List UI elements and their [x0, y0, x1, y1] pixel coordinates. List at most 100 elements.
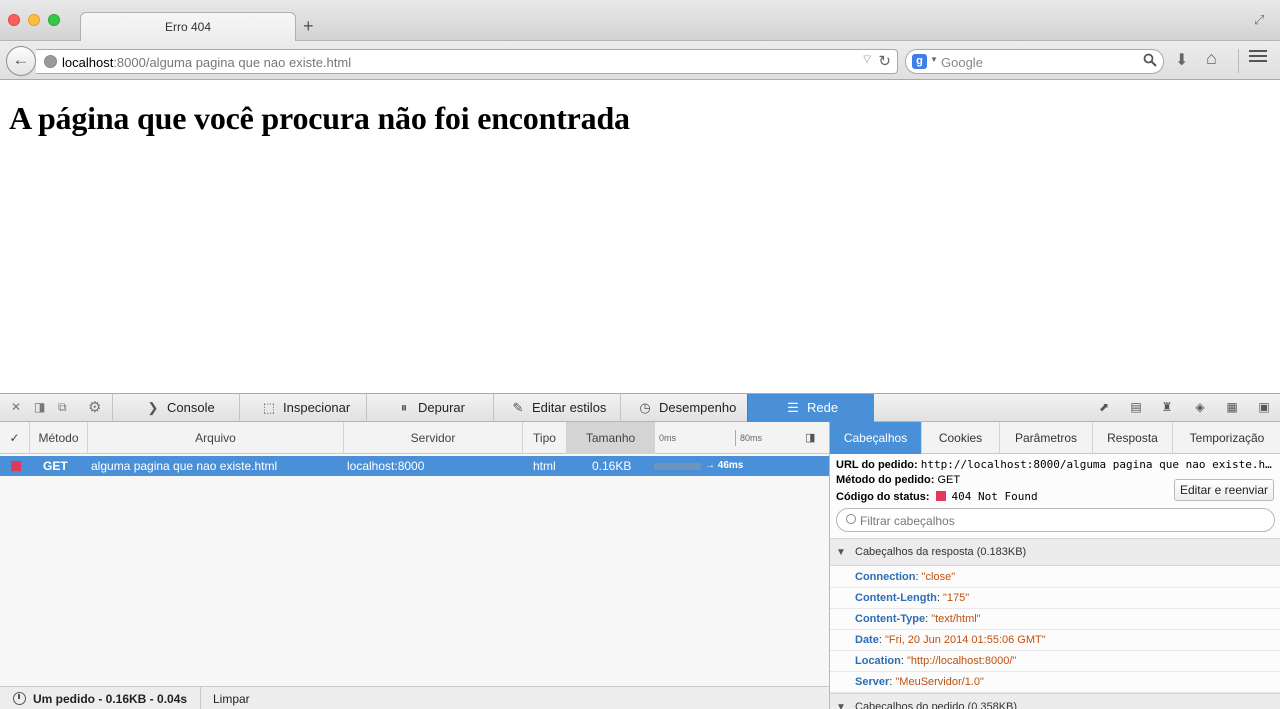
- header-value: "MeuServidor/1.0": [895, 676, 984, 688]
- back-button[interactable]: ←: [6, 46, 36, 76]
- pick-element-icon[interactable]: ⬈: [1097, 400, 1111, 414]
- tab-params[interactable]: Parâmetros: [1000, 422, 1093, 454]
- tab-timings[interactable]: Temporização: [1173, 422, 1280, 454]
- header-name: Date: [855, 634, 879, 646]
- search-input[interactable]: Google: [941, 55, 983, 70]
- page-content: A página que você procura não foi encont…: [0, 81, 1280, 393]
- status-code-label: Código do status:: [836, 491, 930, 503]
- expand-triangle-icon: ▼: [836, 702, 846, 709]
- minimize-window-button[interactable]: [28, 14, 40, 26]
- responsive-design-icon[interactable]: ▣: [1257, 400, 1271, 414]
- 3d-view-icon[interactable]: ◈: [1193, 400, 1207, 414]
- performance-icon: ◷: [639, 400, 651, 415]
- header-value: "close": [921, 571, 956, 583]
- clear-button[interactable]: Limpar: [213, 692, 250, 706]
- menu-icon[interactable]: [1249, 50, 1267, 66]
- row-type: html: [533, 459, 556, 473]
- toolbar-divider: [1238, 49, 1239, 73]
- request-details-panel: Cabeçalhos Cookies Parâmetros Resposta T…: [829, 422, 1280, 709]
- inspector-icon: ⬚: [262, 400, 276, 415]
- column-status-check[interactable]: ✓: [0, 422, 30, 454]
- devtools-panel: ✕ ◨ ⧉ ⚙ ❯ Console ⬚ Inspecionar ⏸ Depurar ✎…: [0, 393, 1280, 709]
- request-summary: Um pedido - 0.16KB - 0.04s: [33, 692, 188, 706]
- request-headers-title: Cabeçalhos do pedido (0.358KB): [855, 701, 1018, 709]
- column-type[interactable]: Tipo: [523, 422, 567, 454]
- status-code-value: 404 Not Found: [951, 490, 1038, 503]
- column-waterfall[interactable]: 0ms 80ms ◨: [655, 422, 829, 454]
- search-bar[interactable]: g ▼ Google: [905, 49, 1164, 74]
- header-row[interactable]: Server: "MeuServidor/1.0": [830, 672, 1280, 693]
- header-name: Connection: [855, 571, 916, 583]
- filter-headers-placeholder: Filtrar cabeçalhos: [860, 514, 955, 528]
- expand-triangle-icon: ▼: [836, 547, 846, 558]
- header-name: Content-Type: [855, 613, 926, 625]
- toggle-sidebar-icon[interactable]: ◨: [805, 422, 815, 454]
- request-method-value: GET: [937, 474, 961, 486]
- column-server[interactable]: Servidor: [344, 422, 523, 454]
- title-bar: Erro 404 + ⤢: [0, 0, 1280, 42]
- column-size[interactable]: Tamanho: [567, 422, 655, 454]
- tab-debugger[interactable]: ⏸ Depurar: [366, 394, 493, 422]
- column-method[interactable]: Método: [30, 422, 88, 454]
- reload-icon[interactable]: ↻: [878, 52, 891, 70]
- tab-console[interactable]: ❯ Console: [112, 394, 239, 422]
- response-headers-section[interactable]: ▼ Cabeçalhos da resposta (0.183KB): [830, 538, 1280, 566]
- network-icon: ☰: [787, 400, 799, 415]
- header-row[interactable]: Date: "Fri, 20 Jun 2014 01:55:06 GMT": [830, 630, 1280, 651]
- header-row[interactable]: Content-Type: "text/html": [830, 609, 1280, 630]
- url-text[interactable]: localhost:8000/alguma pagina que nao exi…: [62, 55, 351, 70]
- scratchpad-icon[interactable]: ▦: [1225, 400, 1239, 414]
- tab-response[interactable]: Resposta: [1093, 422, 1173, 454]
- clock-icon[interactable]: [13, 692, 26, 705]
- row-size: 0.16KB: [592, 459, 632, 473]
- url-bar[interactable]: localhost:8000/alguma pagina que nao exi…: [36, 49, 898, 74]
- waterfall-tick-line: [735, 430, 736, 446]
- separate-window-icon[interactable]: ⧉: [58, 400, 67, 415]
- header-name: Content-Length: [855, 592, 937, 604]
- globe-icon: [44, 55, 57, 68]
- tab-style-editor[interactable]: ✎ Editar estilos: [493, 394, 620, 422]
- home-icon[interactable]: ⌂: [1206, 48, 1217, 69]
- dock-side-icon[interactable]: ◨: [34, 400, 45, 414]
- edit-and-resend-button[interactable]: Editar e reenviar: [1173, 479, 1274, 501]
- header-row[interactable]: Connection: "close": [830, 567, 1280, 588]
- request-url-line: URL do pedido: http://localhost:8000/alg…: [836, 458, 1272, 471]
- close-window-button[interactable]: [8, 14, 20, 26]
- devtools-toolbar: ✕ ◨ ⧉ ⚙ ❯ Console ⬚ Inspecionar ⏸ Depurar ✎…: [0, 394, 1280, 422]
- tab-network[interactable]: ☰ Rede: [747, 394, 874, 422]
- split-console-icon[interactable]: ▤: [1129, 400, 1143, 414]
- download-icon[interactable]: ⬇: [1175, 50, 1188, 70]
- request-url-label: URL do pedido:: [836, 459, 918, 471]
- tab-performance[interactable]: ◷ Desempenho: [620, 394, 747, 422]
- tab-title: Erro 404: [164, 20, 212, 34]
- url-history-dropdown-icon[interactable]: ▽: [863, 54, 871, 65]
- header-name: Server: [855, 676, 890, 688]
- close-devtools-icon[interactable]: ✕: [11, 400, 21, 414]
- gear-icon[interactable]: ⚙: [88, 398, 101, 416]
- row-timing: → 46ms: [705, 460, 744, 471]
- header-name: Location: [855, 655, 901, 667]
- browser-tab[interactable]: Erro 404: [80, 12, 296, 42]
- google-icon[interactable]: g: [912, 54, 927, 69]
- search-icon[interactable]: [1143, 53, 1157, 67]
- request-headers-section[interactable]: ▼ Cabeçalhos do pedido (0.358KB): [830, 693, 1280, 709]
- header-row[interactable]: Content-Length: "175": [830, 588, 1280, 609]
- tab-cookies[interactable]: Cookies: [922, 422, 1000, 454]
- paint-flashing-icon[interactable]: ♜: [1160, 400, 1174, 414]
- row-method: GET: [43, 459, 68, 473]
- header-value: "175": [943, 592, 970, 604]
- console-icon: ❯: [147, 400, 159, 415]
- tab-inspector[interactable]: ⬚ Inspecionar: [239, 394, 366, 422]
- search-engine-dropdown-icon[interactable]: ▼: [930, 55, 938, 64]
- fullscreen-icon[interactable]: ⤢: [1254, 12, 1268, 27]
- table-row[interactable]: GET alguma pagina que nao existe.html lo…: [0, 456, 829, 476]
- tab-headers[interactable]: Cabeçalhos: [830, 422, 922, 454]
- search-icon: [846, 514, 856, 524]
- new-tab-button[interactable]: +: [303, 16, 314, 36]
- zoom-window-button[interactable]: [48, 14, 60, 26]
- column-file[interactable]: Arquivo: [88, 422, 344, 454]
- page-heading: A página que você procura não foi encont…: [9, 100, 630, 136]
- filter-headers-input[interactable]: Filtrar cabeçalhos: [836, 508, 1275, 532]
- header-row[interactable]: Location: "http://localhost:8000/": [830, 651, 1280, 672]
- waterfall-tick-80: 80ms: [740, 433, 763, 443]
